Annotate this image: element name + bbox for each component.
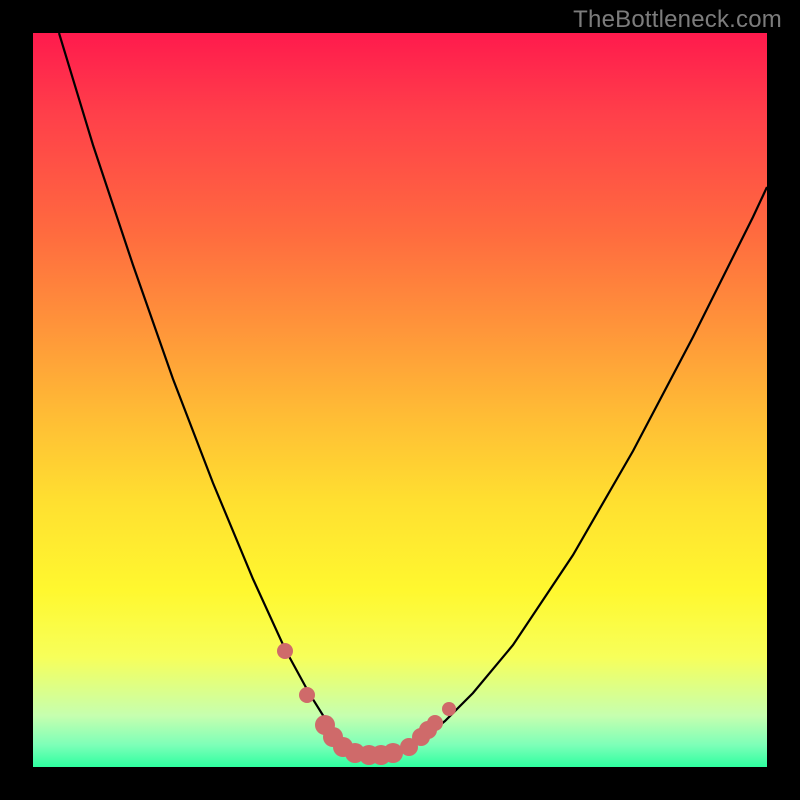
- bottleneck-chart-svg: [33, 33, 767, 767]
- curve-marker: [299, 687, 315, 703]
- curve-marker: [277, 643, 293, 659]
- watermark-text: TheBottleneck.com: [573, 6, 782, 34]
- curve-marker: [442, 702, 456, 716]
- curve-marker: [383, 743, 403, 763]
- bottleneck-curve: [59, 33, 767, 755]
- plot-area: [33, 33, 767, 767]
- curve-markers: [277, 643, 456, 765]
- curve-marker: [427, 715, 443, 731]
- chart-frame: TheBottleneck.com: [0, 0, 800, 800]
